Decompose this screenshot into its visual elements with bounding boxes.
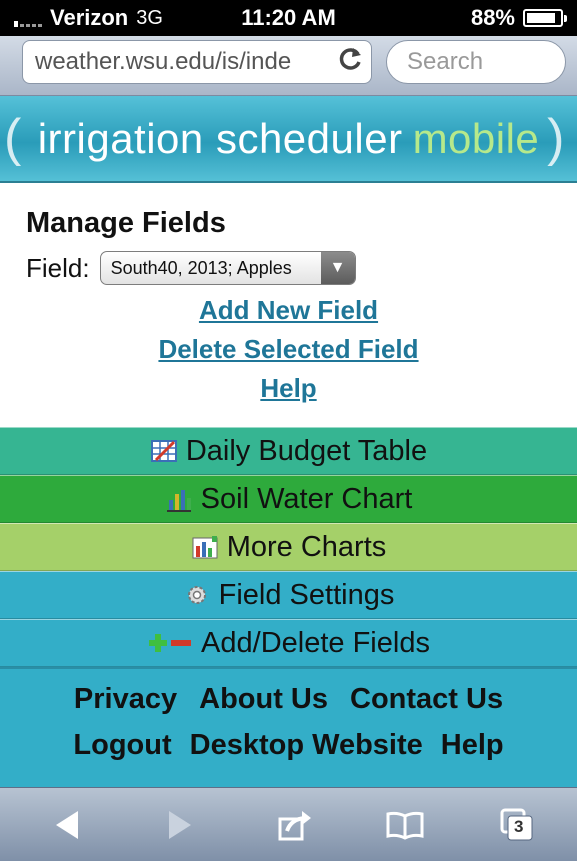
browser-toolbar: 3 bbox=[0, 787, 577, 861]
footer: Privacy About Us Contact Us Logout Deskt… bbox=[0, 667, 577, 787]
logout-link[interactable]: Logout bbox=[73, 729, 171, 762]
page-title: Manage Fields bbox=[26, 207, 226, 239]
menu-add-delete-fields[interactable]: Add/Delete Fields bbox=[0, 619, 577, 667]
status-right: 88% bbox=[470, 5, 567, 31]
banner-decoration-right: ) bbox=[547, 109, 565, 167]
share-icon[interactable] bbox=[270, 802, 320, 848]
plus-minus-icon bbox=[147, 630, 193, 656]
field-select-value: South40, 2013; Apples bbox=[110, 257, 292, 278]
about-us-link[interactable]: About Us bbox=[199, 683, 328, 716]
chevron-down-icon[interactable]: ▼ bbox=[320, 252, 355, 284]
field-label: Field: bbox=[26, 252, 90, 283]
banner-decoration-left: ( bbox=[4, 109, 22, 167]
menu-add-delete-fields-label: Add/Delete Fields bbox=[201, 626, 430, 659]
forward-icon[interactable] bbox=[155, 802, 205, 848]
url-text: weather.wsu.edu/is/inde bbox=[35, 48, 292, 75]
menu-more-charts[interactable]: More Charts bbox=[0, 523, 577, 571]
menu-daily-budget-table-label: Daily Budget Table bbox=[185, 434, 428, 467]
manage-links: Add New Field Delete Selected Field Help bbox=[0, 291, 577, 408]
contact-us-link[interactable]: Contact Us bbox=[350, 683, 503, 716]
menu-soil-water-chart[interactable]: Soil Water Chart bbox=[0, 475, 577, 523]
privacy-link[interactable]: Privacy bbox=[74, 683, 177, 716]
footer-row-1: Privacy About Us Contact Us bbox=[0, 683, 577, 716]
footer-help-link[interactable]: Help bbox=[441, 729, 504, 762]
bookmarks-icon[interactable] bbox=[380, 802, 430, 848]
battery-icon bbox=[523, 9, 567, 27]
menu-more-charts-label: More Charts bbox=[226, 530, 387, 563]
table-icon bbox=[150, 438, 178, 464]
gear-icon bbox=[183, 582, 211, 608]
banner-title-accent: mobile bbox=[412, 114, 540, 162]
browser-bar: weather.wsu.edu/is/inde Search bbox=[0, 36, 577, 96]
footer-row-2: Logout Desktop Website Help bbox=[0, 729, 577, 762]
field-select[interactable]: South40, 2013; Apples ▼ bbox=[99, 251, 356, 285]
battery-percent: 88% bbox=[470, 5, 515, 30]
bar-chart-icon bbox=[165, 486, 193, 512]
tabs-icon[interactable]: 3 bbox=[492, 802, 542, 848]
menu-field-settings[interactable]: Field Settings bbox=[0, 571, 577, 619]
manage-fields-panel: Manage Fields Field: South40, 2013; Appl… bbox=[0, 183, 577, 427]
menu-soil-water-chart-label: Soil Water Chart bbox=[200, 482, 413, 515]
menu-field-settings-label: Field Settings bbox=[218, 578, 395, 611]
desktop-website-link[interactable]: Desktop Website bbox=[190, 729, 423, 762]
url-field[interactable]: weather.wsu.edu/is/inde bbox=[22, 40, 372, 84]
app-banner: ( irrigation scheduler mobile ) bbox=[0, 96, 577, 183]
status-bar: Verizon 3G 11:20 AM 88% bbox=[0, 0, 577, 36]
field-row: Field: South40, 2013; Apples ▼ bbox=[26, 251, 356, 285]
help-link[interactable]: Help bbox=[0, 369, 577, 408]
search-placeholder: Search bbox=[407, 48, 484, 75]
menu-daily-budget-table[interactable]: Daily Budget Table bbox=[0, 427, 577, 475]
charts-icon bbox=[191, 534, 219, 560]
delete-selected-field-link[interactable]: Delete Selected Field bbox=[0, 330, 577, 369]
search-input[interactable]: Search bbox=[386, 40, 566, 84]
add-new-field-link[interactable]: Add New Field bbox=[0, 291, 577, 330]
banner-title: irrigation scheduler bbox=[37, 114, 403, 162]
reload-icon[interactable] bbox=[331, 46, 371, 79]
tab-count: 3 bbox=[514, 817, 524, 836]
back-icon[interactable] bbox=[42, 802, 92, 848]
